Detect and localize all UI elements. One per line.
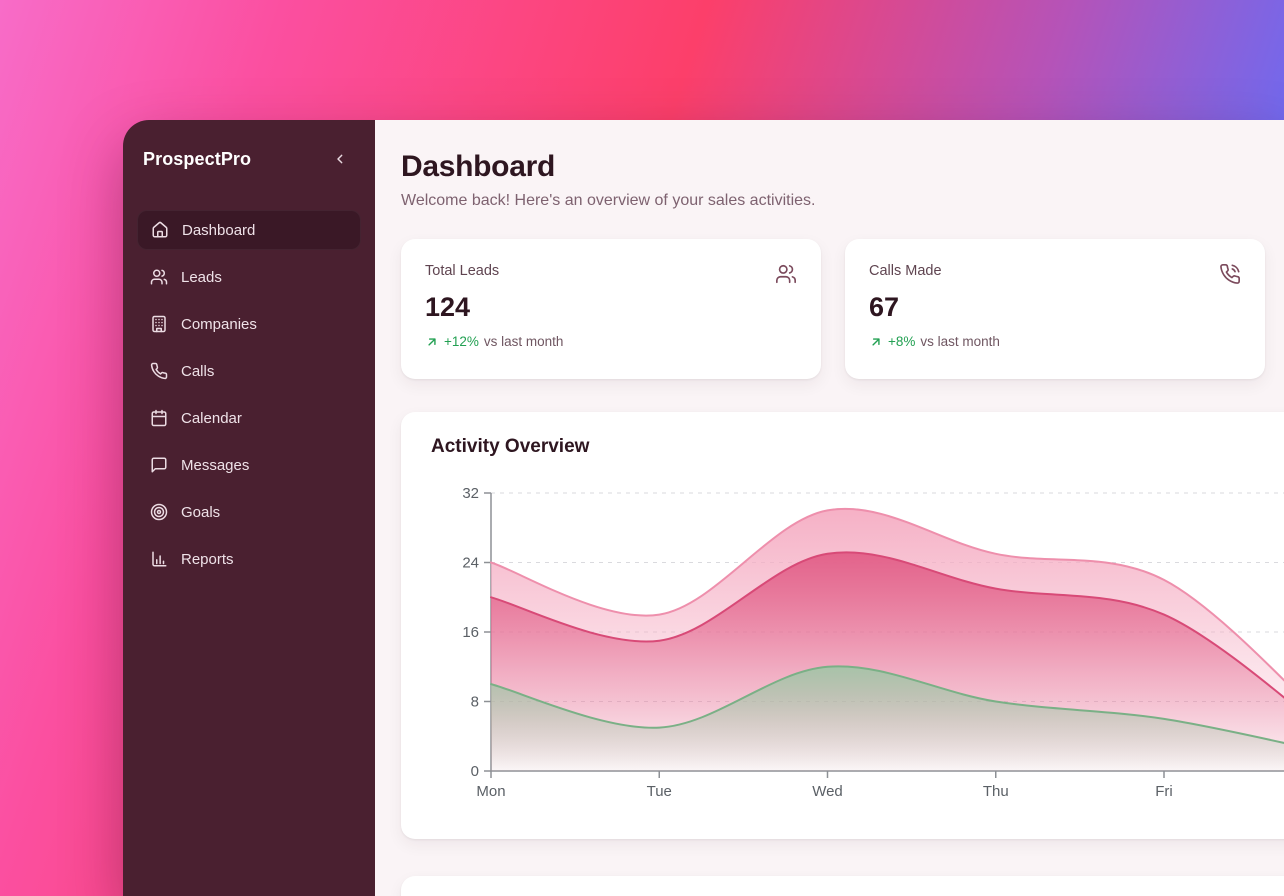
page-title: Dashboard bbox=[401, 150, 1284, 184]
stats-row: Total Leads 124 +12% vs last month Calls bbox=[401, 239, 1284, 379]
sidebar-item-leads[interactable]: Leads bbox=[137, 257, 361, 297]
activity-overview-card: Activity Overview 0 8 16 24 32 Mon Tue Wed Thu Fr… bbox=[401, 412, 1284, 839]
stat-value: 124 bbox=[425, 292, 797, 323]
sidebar-item-label: Messages bbox=[181, 457, 249, 474]
phone-icon bbox=[150, 362, 168, 380]
phone-call-icon bbox=[1219, 263, 1241, 285]
sidebar-item-messages[interactable]: Messages bbox=[137, 445, 361, 485]
home-icon bbox=[151, 221, 169, 239]
trend-suffix: vs last month bbox=[920, 334, 1000, 349]
main-content: Dashboard Welcome back! Here's an overvi… bbox=[375, 120, 1284, 896]
stat-card-calls-made: Calls Made 67 +8% vs last month bbox=[845, 239, 1265, 379]
arrow-up-right-icon bbox=[425, 335, 439, 349]
x-tick-label: Thu bbox=[983, 783, 1009, 800]
sidebar-header: ProspectPro bbox=[137, 142, 361, 176]
chart-title: Activity Overview bbox=[431, 436, 1284, 458]
app-logo-text: ProspectPro bbox=[143, 149, 251, 170]
trend-percent: +12% bbox=[444, 334, 479, 349]
y-tick-label: 32 bbox=[462, 485, 479, 502]
calendar-icon bbox=[150, 409, 168, 427]
users-icon bbox=[775, 263, 797, 285]
sidebar-nav: Dashboard Leads Companies Calls bbox=[137, 210, 361, 579]
trend-percent: +8% bbox=[888, 334, 915, 349]
stat-label: Total Leads bbox=[425, 263, 499, 279]
sidebar-item-label: Goals bbox=[181, 504, 220, 521]
stat-value: 67 bbox=[869, 292, 1241, 323]
stat-card-total-leads: Total Leads 124 +12% vs last month bbox=[401, 239, 821, 379]
sidebar-item-calls[interactable]: Calls bbox=[137, 351, 361, 391]
sidebar-item-label: Companies bbox=[181, 316, 257, 333]
sidebar-item-reports[interactable]: Reports bbox=[137, 539, 361, 579]
x-tick-label: Tue bbox=[647, 783, 672, 800]
sidebar-item-label: Dashboard bbox=[182, 222, 255, 239]
sidebar-item-label: Calendar bbox=[181, 410, 242, 427]
sidebar-item-calendar[interactable]: Calendar bbox=[137, 398, 361, 438]
sidebar-item-goals[interactable]: Goals bbox=[137, 492, 361, 532]
sidebar-item-dashboard[interactable]: Dashboard bbox=[137, 210, 361, 250]
stat-trend: +8% vs last month bbox=[869, 334, 1241, 349]
stat-trend: +12% vs last month bbox=[425, 334, 797, 349]
arrow-up-right-icon bbox=[869, 335, 883, 349]
message-square-icon bbox=[150, 456, 168, 474]
building-icon bbox=[150, 315, 168, 333]
chevron-left-icon bbox=[332, 151, 348, 167]
x-tick-label: Wed bbox=[812, 783, 843, 800]
activity-chart: 0 8 16 24 32 Mon Tue Wed Thu Fri bbox=[431, 467, 1284, 807]
sidebar-item-label: Reports bbox=[181, 551, 234, 568]
page-subtitle: Welcome back! Here's an overview of your… bbox=[401, 192, 1284, 210]
stat-label: Calls Made bbox=[869, 263, 942, 279]
users-icon bbox=[150, 268, 168, 286]
app-window: ProspectPro Dashboard Leads bbox=[123, 120, 1284, 896]
y-tick-label: 16 bbox=[462, 624, 479, 641]
bar-chart-icon bbox=[150, 550, 168, 568]
partial-card-bottom bbox=[401, 876, 1284, 896]
sidebar-item-label: Calls bbox=[181, 363, 214, 380]
y-tick-label: 8 bbox=[471, 694, 479, 711]
trend-suffix: vs last month bbox=[484, 334, 564, 349]
y-tick-label: 0 bbox=[471, 763, 479, 780]
x-tick-label: Mon bbox=[476, 783, 505, 800]
target-icon bbox=[150, 503, 168, 521]
x-tick-label: Fri bbox=[1155, 783, 1173, 800]
sidebar-collapse-button[interactable] bbox=[327, 146, 353, 172]
sidebar-item-label: Leads bbox=[181, 269, 222, 286]
sidebar: ProspectPro Dashboard Leads bbox=[123, 120, 375, 896]
y-tick-label: 24 bbox=[462, 555, 479, 572]
sidebar-item-companies[interactable]: Companies bbox=[137, 304, 361, 344]
